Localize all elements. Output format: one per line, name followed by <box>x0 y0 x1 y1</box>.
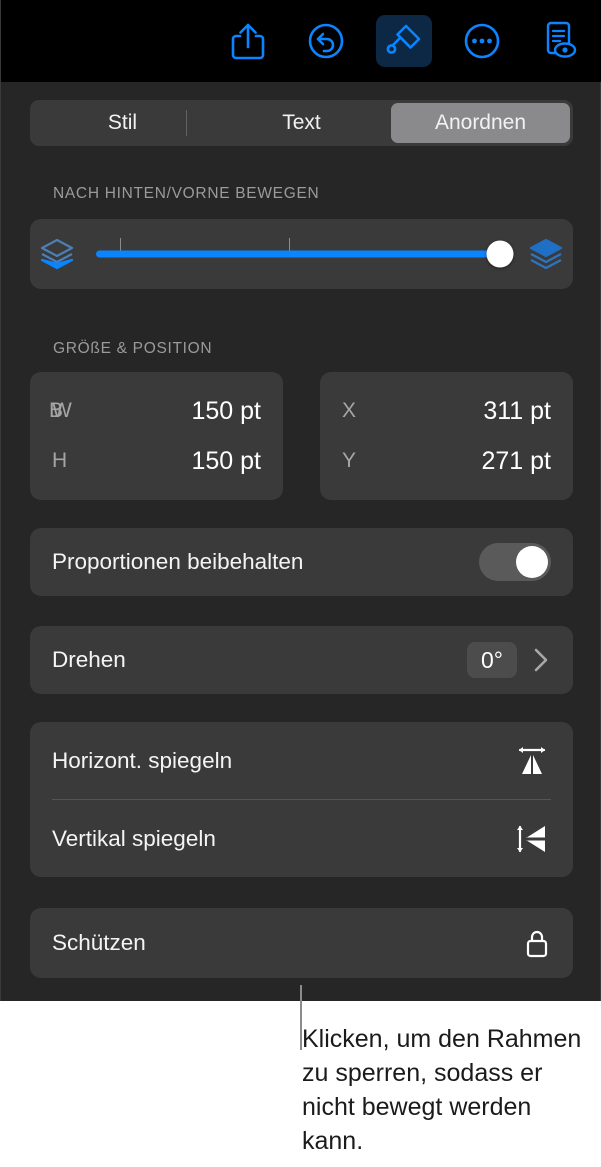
proportions-row[interactable]: Proportionen beibehalten <box>30 528 573 596</box>
tab-divider <box>186 110 187 136</box>
protect-card[interactable]: Schützen <box>30 908 573 978</box>
format-brush-icon <box>385 22 423 60</box>
flip-horizontal-icon[interactable] <box>513 742 551 780</box>
width-label: W <box>49 399 72 423</box>
flip-card: Horizont. spiegeln Vertikal spiegeln <box>30 722 573 877</box>
flip-horizontal-row[interactable]: Horizont. spiegeln <box>30 722 573 799</box>
format-panel: Stil Text Anordnen NACH HINTEN/VORNE BEW… <box>0 0 601 1001</box>
height-label: H <box>52 449 68 472</box>
bring-forward-layers-icon[interactable] <box>519 237 573 271</box>
width-value[interactable]: 150 pt <box>191 397 261 426</box>
proportions-card[interactable]: Proportionen beibehalten <box>30 528 573 596</box>
protect-row[interactable]: Schützen <box>30 908 573 978</box>
toggle-knob <box>516 546 548 578</box>
undo-button[interactable] <box>298 15 354 67</box>
y-value[interactable]: 271 pt <box>481 447 551 476</box>
height-value[interactable]: 150 pt <box>191 447 261 476</box>
rotate-label: Drehen <box>52 647 126 672</box>
more-options-button[interactable] <box>454 15 510 67</box>
rotate-card[interactable]: Drehen 0° <box>30 626 573 694</box>
slider-track[interactable] <box>96 250 505 258</box>
more-options-icon <box>463 22 501 60</box>
protect-label: Schützen <box>52 930 146 955</box>
flip-vertical-icon[interactable] <box>513 820 551 858</box>
app-screen: Stil Text Anordnen NACH HINTEN/VORNE BEW… <box>0 0 601 1167</box>
chevron-right-icon[interactable] <box>531 645 551 675</box>
rotate-row[interactable]: Drehen 0° <box>30 626 573 694</box>
x-field[interactable]: X 311 pt <box>320 386 573 436</box>
arrange-section-heading: NACH HINTEN/VORNE BEWEGEN <box>53 185 320 202</box>
rotate-value[interactable]: 0° <box>467 641 517 679</box>
segmented-tabs[interactable]: Stil Text Anordnen <box>30 100 573 146</box>
lock-icon[interactable] <box>523 926 551 960</box>
format-brush-button[interactable] <box>376 15 432 67</box>
size-fields-card: W 150 pt H 150 pt <box>30 372 283 500</box>
layer-order-slider[interactable] <box>90 219 514 289</box>
slider-knob[interactable] <box>486 240 514 268</box>
undo-icon <box>307 22 345 60</box>
width-field[interactable]: W 150 pt <box>30 386 283 436</box>
y-label: Y <box>342 449 357 472</box>
tab-text[interactable]: Text <box>212 103 391 143</box>
flip-horizontal-label: Horizont. spiegeln <box>52 747 233 773</box>
slider-tick <box>288 238 291 251</box>
share-button[interactable] <box>220 15 276 67</box>
flip-vertical-row[interactable]: Vertikal spiegeln <box>30 800 573 877</box>
send-backward-layers-icon[interactable] <box>30 237 84 271</box>
y-field[interactable]: Y 271 pt <box>320 436 573 486</box>
proportions-label: Proportionen beibehalten <box>52 549 304 574</box>
toolbar <box>1 0 601 82</box>
document-view-icon <box>541 21 579 61</box>
document-view-button[interactable] <box>532 15 588 67</box>
tab-anordnen[interactable]: Anordnen <box>391 103 570 143</box>
x-value[interactable]: 311 pt <box>483 397 551 426</box>
height-field[interactable]: H 150 pt <box>30 436 283 486</box>
position-fields-card: X 311 pt Y 271 pt <box>320 372 573 500</box>
flip-vertical-label: Vertikal spiegeln <box>52 825 216 851</box>
proportions-toggle[interactable] <box>479 543 551 581</box>
x-label: X <box>342 399 357 422</box>
slider-tick <box>119 238 122 251</box>
layer-order-slider-row[interactable] <box>30 219 573 289</box>
size-position-heading: GRÖßE & POSITION <box>53 340 213 357</box>
share-icon <box>231 22 265 60</box>
callout-text: Klicken, um den Rahmen zu sperren, sodas… <box>302 1025 582 1155</box>
